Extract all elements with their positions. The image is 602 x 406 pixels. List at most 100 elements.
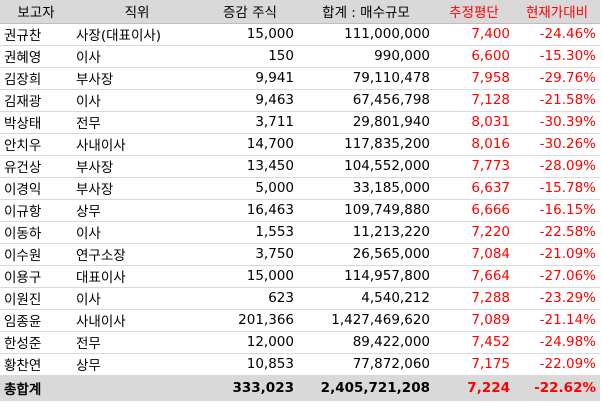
cell-avg-price[interactable]: 7,220 [434,221,514,244]
cell-change[interactable]: 1,553 [202,221,298,244]
cell-position[interactable]: 연구소장 [72,243,202,266]
cell-vs-current[interactable]: -22.58% [514,221,600,244]
cell-total[interactable]: 104,552,000 [298,155,434,178]
cell-change[interactable]: 9,463 [202,89,298,112]
cell-reporter[interactable]: 유건상 [0,155,72,178]
cell-change[interactable]: 15,000 [202,23,298,46]
cell-avg-price[interactable]: 7,288 [434,287,514,310]
cell-total[interactable]: 11,213,220 [298,221,434,244]
cell-reporter[interactable]: 이원진 [0,287,72,310]
cell-position[interactable]: 이사 [72,287,202,310]
cell-position[interactable]: 부사장 [72,155,202,178]
cell-avg-price[interactable]: 6,600 [434,45,514,68]
cell-total[interactable]: 1,427,469,620 [298,309,434,332]
header-position[interactable]: 직위 [72,0,202,24]
cell-total[interactable]: 89,422,000 [298,331,434,354]
total-sum[interactable]: 2,405,721,208 [298,374,434,401]
cell-vs-current[interactable]: -29.76% [514,67,600,90]
cell-change[interactable]: 623 [202,287,298,310]
cell-vs-current[interactable]: -21.09% [514,243,600,266]
cell-change[interactable]: 14,700 [202,133,298,156]
cell-change[interactable]: 10,853 [202,353,298,376]
cell-change[interactable]: 150 [202,45,298,68]
header-reporter[interactable]: 보고자 [0,0,72,24]
cell-total[interactable]: 29,801,940 [298,111,434,134]
cell-total[interactable]: 67,456,798 [298,89,434,112]
total-vs-current[interactable]: -22.62% [514,374,600,401]
cell-reporter[interactable]: 김장희 [0,67,72,90]
cell-position[interactable]: 부사장 [72,177,202,200]
cell-reporter[interactable]: 안치우 [0,133,72,156]
cell-vs-current[interactable]: -15.78% [514,177,600,200]
cell-avg-price[interactable]: 7,175 [434,353,514,376]
cell-position[interactable]: 부사장 [72,67,202,90]
cell-change[interactable]: 16,463 [202,199,298,222]
cell-position[interactable]: 전무 [72,111,202,134]
cell-vs-current[interactable]: -23.29% [514,287,600,310]
cell-change[interactable]: 13,450 [202,155,298,178]
cell-avg-price[interactable]: 7,084 [434,243,514,266]
cell-vs-current[interactable]: -28.09% [514,155,600,178]
total-label[interactable]: 총합계 [0,374,72,401]
cell-vs-current[interactable]: -24.98% [514,331,600,354]
cell-change[interactable]: 5,000 [202,177,298,200]
cell-reporter[interactable]: 임종윤 [0,309,72,332]
cell-total[interactable]: 26,565,000 [298,243,434,266]
cell-total[interactable]: 990,000 [298,45,434,68]
cell-avg-price[interactable]: 7,958 [434,67,514,90]
cell-avg-price[interactable]: 7,128 [434,89,514,112]
cell-total[interactable]: 114,957,800 [298,265,434,288]
cell-change[interactable]: 3,750 [202,243,298,266]
cell-vs-current[interactable]: -21.58% [514,89,600,112]
cell-reporter[interactable]: 이수원 [0,243,72,266]
cell-vs-current[interactable]: -22.09% [514,353,600,376]
cell-position[interactable]: 상무 [72,353,202,376]
cell-position[interactable]: 상무 [72,199,202,222]
cell-change[interactable]: 12,000 [202,331,298,354]
cell-avg-price[interactable]: 7,664 [434,265,514,288]
cell-avg-price[interactable]: 6,637 [434,177,514,200]
cell-position[interactable]: 이사 [72,221,202,244]
cell-total[interactable]: 117,835,200 [298,133,434,156]
cell-reporter[interactable]: 권혜영 [0,45,72,68]
cell-position[interactable]: 사내이사 [72,309,202,332]
cell-change[interactable]: 3,711 [202,111,298,134]
cell-change[interactable]: 201,366 [202,309,298,332]
cell-avg-price[interactable]: 8,016 [434,133,514,156]
cell-vs-current[interactable]: -30.26% [514,133,600,156]
cell-vs-current[interactable]: -30.39% [514,111,600,134]
cell-reporter[interactable]: 이경익 [0,177,72,200]
header-avg-price[interactable]: 추정평단 [434,0,514,24]
total-change[interactable]: 333,023 [202,374,298,401]
cell-total[interactable]: 4,540,212 [298,287,434,310]
cell-total[interactable]: 109,749,880 [298,199,434,222]
cell-change[interactable]: 9,941 [202,67,298,90]
cell-vs-current[interactable]: -21.14% [514,309,600,332]
cell-vs-current[interactable]: -15.30% [514,45,600,68]
cell-position[interactable]: 사내이사 [72,133,202,156]
total-avg-price[interactable]: 7,224 [434,374,514,401]
cell-total[interactable]: 77,872,060 [298,353,434,376]
cell-reporter[interactable]: 황찬연 [0,353,72,376]
cell-position[interactable]: 이사 [72,89,202,112]
cell-position[interactable]: 대표이사 [72,265,202,288]
cell-change[interactable]: 15,000 [202,265,298,288]
cell-reporter[interactable]: 한성준 [0,331,72,354]
header-change[interactable]: 증감 주식 [202,0,298,24]
cell-reporter[interactable]: 권규찬 [0,23,72,46]
cell-avg-price[interactable]: 6,666 [434,199,514,222]
cell-total[interactable]: 111,000,000 [298,23,434,46]
cell-position[interactable]: 사장(대표이사) [72,23,202,46]
cell-vs-current[interactable]: -24.46% [514,23,600,46]
cell-reporter[interactable]: 이동하 [0,221,72,244]
cell-total[interactable]: 33,185,000 [298,177,434,200]
cell-avg-price[interactable]: 8,031 [434,111,514,134]
cell-avg-price[interactable]: 7,773 [434,155,514,178]
cell-vs-current[interactable]: -27.06% [514,265,600,288]
cell-reporter[interactable]: 이규항 [0,199,72,222]
cell-avg-price[interactable]: 7,089 [434,309,514,332]
cell-reporter[interactable]: 박상태 [0,111,72,134]
total-position[interactable] [72,374,202,401]
cell-position[interactable]: 이사 [72,45,202,68]
cell-avg-price[interactable]: 7,452 [434,331,514,354]
